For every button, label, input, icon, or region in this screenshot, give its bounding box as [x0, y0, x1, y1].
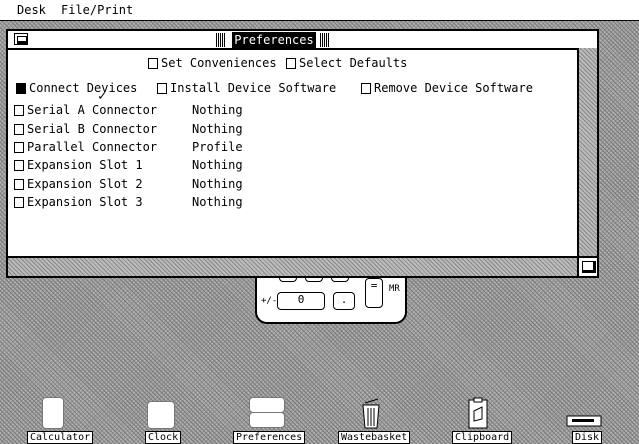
preferences-icon-lower — [249, 412, 285, 428]
menu-file-print[interactable]: File/Print — [61, 3, 133, 17]
window-menu-icon[interactable] — [14, 33, 28, 45]
vertical-scrollbar[interactable] — [577, 48, 597, 260]
option-label: Remove Device Software — [374, 81, 533, 95]
mode-install-device-software[interactable]: Install Device Software — [157, 81, 336, 95]
device-row-serial-a[interactable]: Serial A Connector — [14, 103, 157, 117]
calc-key-dot[interactable]: . — [333, 292, 355, 310]
device-value-slot-2[interactable]: Nothing — [192, 177, 243, 191]
check-mark-icon: ✓ — [98, 88, 107, 104]
wastebasket-icon — [362, 398, 380, 429]
checkbox-icon[interactable] — [361, 82, 371, 94]
device-row-serial-b[interactable]: Serial B Connector — [14, 122, 157, 136]
resize-icon[interactable] — [577, 256, 597, 276]
device-row-slot-3[interactable]: Expansion Slot 3 — [14, 195, 143, 209]
disk-icon — [566, 415, 602, 427]
option-label: Select Defaults — [299, 56, 408, 70]
window-title: Preferences — [232, 32, 316, 48]
device-label: Expansion Slot 1 — [27, 158, 143, 172]
menu-bar: Desk File/Print — [0, 0, 639, 21]
clipboard-icon — [468, 397, 488, 429]
option-label: Set Conveniences — [161, 56, 277, 70]
checkbox-icon[interactable] — [14, 123, 24, 135]
checkbox-icon[interactable] — [14, 178, 24, 190]
device-row-parallel[interactable]: Parallel Connector — [14, 140, 157, 154]
clock-icon — [147, 401, 175, 429]
mode-remove-device-software[interactable]: Remove Device Software — [361, 81, 533, 95]
title-stripes-right — [320, 33, 330, 47]
calc-mr[interactable]: MR — [389, 284, 400, 294]
preferences-icon — [249, 397, 285, 413]
device-row-slot-1[interactable]: Expansion Slot 1 — [14, 158, 143, 172]
device-label: Expansion Slot 2 — [27, 177, 143, 191]
menu-desk[interactable]: Desk — [17, 3, 46, 17]
device-value-parallel[interactable]: Profile — [192, 140, 243, 154]
checkbox-icon[interactable] — [157, 82, 167, 94]
icon-label: Preferences — [233, 431, 306, 444]
icon-label: Clock — [145, 431, 182, 444]
checkbox-icon[interactable] — [286, 57, 296, 69]
title-stripes-left — [216, 33, 226, 47]
device-label: Serial B Connector — [27, 122, 158, 136]
device-value-serial-a[interactable]: Nothing — [192, 103, 243, 117]
icon-label: Disk — [572, 431, 603, 444]
calculator-icon — [42, 397, 64, 429]
option-label: Install Device Software — [170, 81, 337, 95]
icon-label: Calculator — [27, 431, 94, 444]
calc-plus-minus[interactable]: +/- — [261, 296, 277, 306]
horizontal-scrollbar[interactable] — [8, 256, 579, 276]
preferences-content: Set Conveniences Select Defaults Connect… — [8, 50, 577, 259]
checkbox-filled-icon[interactable] — [16, 82, 26, 94]
calc-key-zero[interactable]: 0 — [277, 292, 325, 310]
device-label: Expansion Slot 3 — [27, 195, 143, 209]
icon-label: Wastebasket — [338, 431, 411, 444]
mode-connect-devices[interactable]: Connect Devices — [16, 81, 137, 95]
device-label: Parallel Connector — [27, 140, 158, 154]
device-row-slot-2[interactable]: Expansion Slot 2 — [14, 177, 143, 191]
checkbox-icon[interactable] — [14, 141, 24, 153]
device-label: Serial A Connector — [27, 103, 158, 117]
icon-label: Clipboard — [452, 431, 513, 444]
device-value-slot-1[interactable]: Nothing — [192, 158, 243, 172]
preferences-window: Preferences Set Conveniences Select Defa… — [6, 29, 599, 278]
option-select-defaults[interactable]: Select Defaults — [286, 56, 407, 70]
device-value-slot-3[interactable]: Nothing — [192, 195, 243, 209]
title-bar[interactable]: Preferences — [8, 31, 597, 50]
option-label: Connect Devices — [29, 81, 138, 95]
calc-key-equals[interactable]: = — [365, 278, 383, 308]
checkbox-icon[interactable] — [14, 104, 24, 116]
device-value-serial-b[interactable]: Nothing — [192, 122, 243, 136]
checkbox-icon[interactable] — [14, 196, 24, 208]
checkbox-icon[interactable] — [148, 57, 158, 69]
option-set-conveniences[interactable]: Set Conveniences — [148, 56, 277, 70]
checkbox-icon[interactable] — [14, 159, 24, 171]
